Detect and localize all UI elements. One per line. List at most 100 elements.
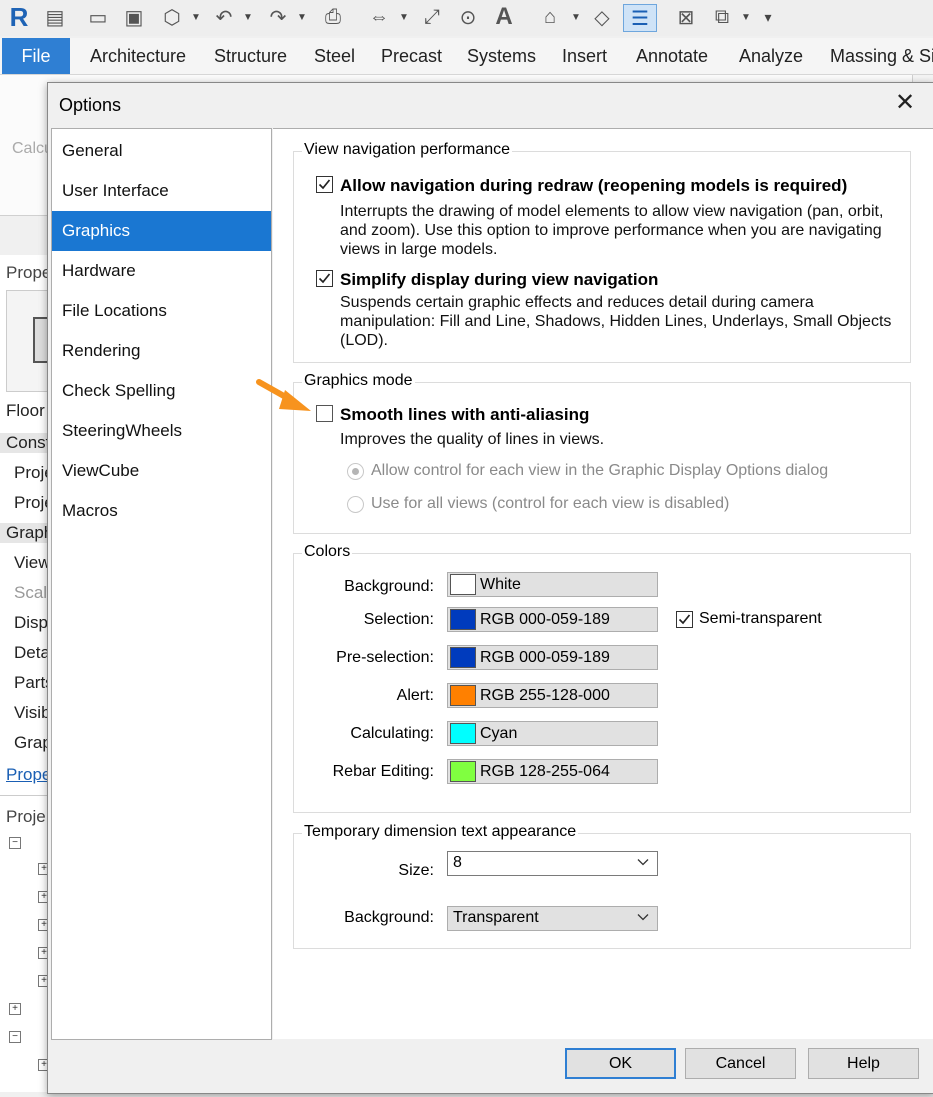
alert-color-button[interactable]: RGB 255-128-000 xyxy=(447,683,658,708)
color-swatch xyxy=(450,609,476,630)
text-icon[interactable]: A xyxy=(490,3,518,30)
spot-elevation-icon[interactable]: ⊙ xyxy=(454,4,482,30)
customize-qat-icon[interactable]: ▾ xyxy=(760,4,776,30)
undo-dropdown-icon[interactable]: ▼ xyxy=(242,4,254,30)
tab-precast[interactable]: Precast xyxy=(381,38,442,74)
cancel-button[interactable]: Cancel xyxy=(685,1048,796,1079)
app-menu-icon[interactable]: ▤ xyxy=(42,4,68,30)
nav-item-steeringwheels[interactable]: SteeringWheels xyxy=(52,411,271,451)
undo-icon[interactable]: ↶ xyxy=(210,4,238,30)
tab-file[interactable]: File xyxy=(2,38,70,74)
pre-selection-color-button[interactable]: RGB 000-059-189 xyxy=(447,645,658,670)
tab-systems[interactable]: Systems xyxy=(467,38,536,74)
nav-item-macros[interactable]: Macros xyxy=(52,491,271,531)
tab-insert[interactable]: Insert xyxy=(562,38,607,74)
tab-architecture[interactable]: Architecture xyxy=(90,38,186,74)
ribbon-tabs: File Architecture Structure Steel Precas… xyxy=(0,38,933,75)
3d-view-dropdown-icon[interactable]: ▼ xyxy=(570,4,582,30)
radio-per-view-control[interactable] xyxy=(347,463,364,480)
tree-expand-icon[interactable]: − xyxy=(9,1031,21,1043)
tree-expand-icon[interactable]: − xyxy=(9,837,21,849)
size-dropdown[interactable]: 8 xyxy=(447,851,658,876)
tab-annotate[interactable]: Annotate xyxy=(636,38,708,74)
tree-expand-icon[interactable]: + xyxy=(9,1003,21,1015)
semi-transparent-checkbox[interactable] xyxy=(676,611,693,628)
measure-icon[interactable]: ⇔ xyxy=(364,4,394,30)
panel-divider xyxy=(0,795,50,796)
color-label-alert: Alert: xyxy=(396,687,434,704)
background-dropdown[interactable]: Transparent xyxy=(447,906,658,931)
color-value: RGB 000-059-189 xyxy=(480,649,610,666)
switch-windows-icon[interactable]: ⧉ xyxy=(708,4,736,30)
help-button[interactable]: Help xyxy=(808,1048,919,1079)
color-swatch xyxy=(450,761,476,782)
tab-steel[interactable]: Steel xyxy=(314,38,355,74)
nav-item-user-interface[interactable]: User Interface xyxy=(52,171,271,211)
print-icon[interactable]: ⎙ xyxy=(318,4,348,30)
save-icon[interactable]: ▣ xyxy=(120,4,148,30)
color-swatch xyxy=(450,685,476,706)
group-title: View navigation performance xyxy=(302,141,513,159)
nav-item-viewcube[interactable]: ViewCube xyxy=(52,451,271,491)
color-label-pre-selection: Pre-selection: xyxy=(336,649,434,666)
allow-navigation-checkbox[interactable] xyxy=(316,176,333,193)
switch-windows-dropdown-icon[interactable]: ▼ xyxy=(740,4,752,30)
sync-dropdown-icon[interactable]: ▼ xyxy=(190,4,202,30)
color-swatch xyxy=(450,723,476,744)
allow-navigation-label[interactable]: Allow navigation during redraw (reopenin… xyxy=(340,176,847,196)
measure-dropdown-icon[interactable]: ▼ xyxy=(398,4,410,30)
ok-button[interactable]: OK xyxy=(565,1048,676,1079)
calculating-color-button[interactable]: Cyan xyxy=(447,721,658,746)
radio-all-views-label[interactable]: Use for all views (control for each view… xyxy=(371,495,729,513)
sync-icon[interactable]: ⬡ xyxy=(158,4,186,30)
redo-icon[interactable]: ↷ xyxy=(264,4,292,30)
colors-group: Colors Background: White Selection: RGB … xyxy=(293,543,911,813)
simplify-display-description: Suspends certain graphic effects and red… xyxy=(340,294,892,349)
section-icon[interactable]: ◇ xyxy=(588,4,616,30)
nav-item-file-locations[interactable]: File Locations xyxy=(52,291,271,331)
color-label-background: Background: xyxy=(344,578,434,595)
smooth-lines-label[interactable]: Smooth lines with anti-aliasing xyxy=(340,405,589,425)
temp-dimension-group: Temporary dimension text appearance Size… xyxy=(293,823,911,949)
close-hidden-windows-icon[interactable]: ⊠ xyxy=(672,4,700,30)
nav-item-hardware[interactable]: Hardware xyxy=(52,251,271,291)
aligned-dimension-icon[interactable]: ⤢ xyxy=(418,4,446,30)
color-label-rebar-editing: Rebar Editing: xyxy=(332,763,434,780)
close-icon[interactable]: ✕ xyxy=(894,91,916,115)
options-nav-list: General User Interface Graphics Hardware… xyxy=(51,128,272,1040)
nav-item-graphics[interactable]: Graphics xyxy=(52,211,271,251)
thin-lines-icon[interactable]: ☰ xyxy=(623,4,657,32)
checkmark-icon xyxy=(318,179,331,190)
background-color-button[interactable]: White xyxy=(447,572,658,597)
smooth-lines-checkbox[interactable] xyxy=(316,405,333,422)
properties-row: View xyxy=(14,553,51,572)
simplify-display-label[interactable]: Simplify display during view navigation xyxy=(340,270,658,290)
nav-item-check-spelling[interactable]: Check Spelling xyxy=(52,371,271,411)
simplify-display-checkbox[interactable] xyxy=(316,270,333,287)
color-value: Cyan xyxy=(480,725,518,742)
color-label-selection: Selection: xyxy=(363,611,434,628)
selection-color-button[interactable]: RGB 000-059-189 xyxy=(447,607,658,632)
tab-structure[interactable]: Structure xyxy=(214,38,287,74)
color-label-calculating: Calculating: xyxy=(350,725,434,742)
tab-analyze[interactable]: Analyze xyxy=(739,38,803,74)
type-selector[interactable]: Floor xyxy=(6,401,45,421)
project-browser-header: Proje xyxy=(6,807,46,826)
tab-massing-site[interactable]: Massing & Si xyxy=(830,38,933,74)
redo-dropdown-icon[interactable]: ▼ xyxy=(296,4,308,30)
properties-header: Prope xyxy=(6,263,52,282)
options-dialog: Options ✕ General User Interface Graphic… xyxy=(47,82,933,1094)
3d-view-icon[interactable]: ⌂ xyxy=(536,4,564,30)
open-folder-icon[interactable]: ▭ xyxy=(84,4,112,30)
size-label: Size: xyxy=(398,862,434,879)
checkmark-icon xyxy=(318,273,331,284)
rebar-editing-color-button[interactable]: RGB 128-255-064 xyxy=(447,759,658,784)
chevron-down-icon xyxy=(637,914,649,921)
radio-per-view-control-label[interactable]: Allow control for each view in the Graph… xyxy=(371,462,828,480)
nav-item-rendering[interactable]: Rendering xyxy=(52,331,271,371)
radio-all-views[interactable] xyxy=(347,496,364,513)
semi-transparent-label[interactable]: Semi-transparent xyxy=(699,610,822,628)
revit-logo[interactable]: R xyxy=(6,2,32,32)
nav-item-general[interactable]: General xyxy=(52,131,271,171)
properties-help-link[interactable]: Prope xyxy=(6,765,51,785)
